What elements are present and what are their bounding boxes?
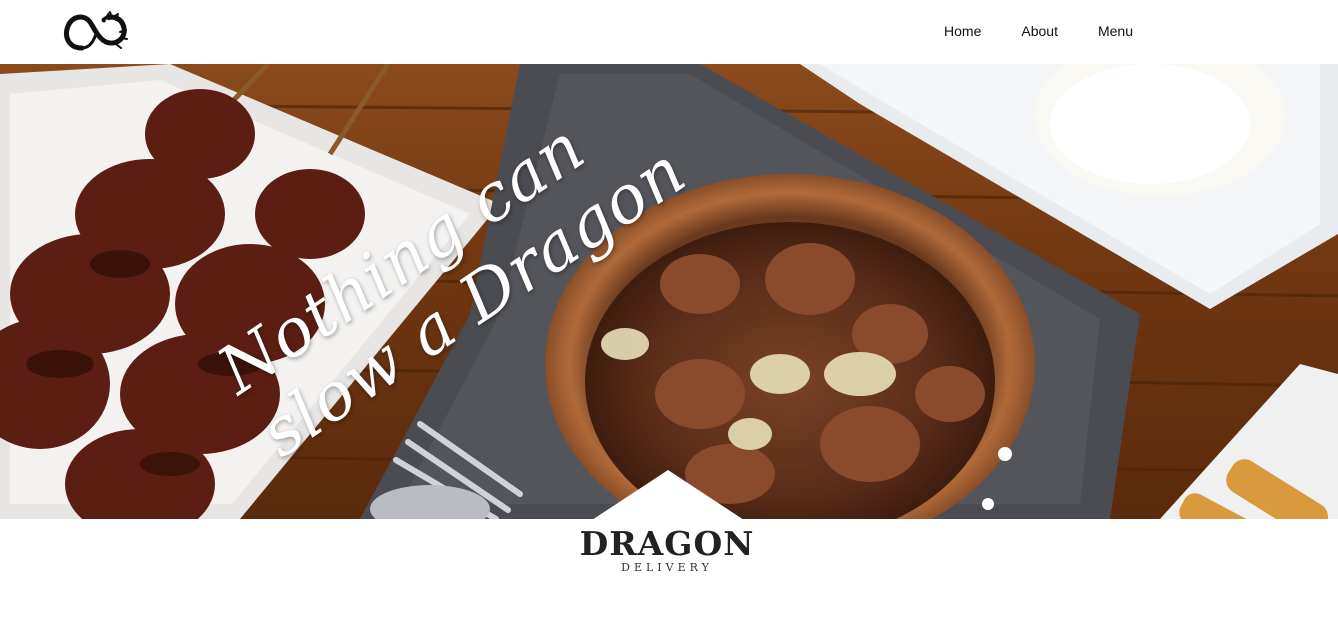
dragon-ouroboros-icon bbox=[64, 11, 128, 51]
main-nav: Home About Menu bbox=[944, 22, 1133, 40]
brand-logo: DRAGON DELIVERY bbox=[560, 526, 774, 574]
dragon-logo-icon[interactable] bbox=[60, 8, 132, 56]
nav-about-link[interactable]: About bbox=[1021, 22, 1058, 40]
nav-menu-link[interactable]: Menu bbox=[1098, 22, 1133, 40]
top-navbar: Home About Menu bbox=[0, 0, 1338, 64]
hero-banner: Nothing can slow a Dragon bbox=[0, 64, 1338, 519]
brand-subtitle: DELIVERY bbox=[621, 561, 713, 574]
nav-home-link[interactable]: Home bbox=[944, 22, 981, 40]
brand-notch bbox=[592, 470, 744, 520]
brand-name: DRAGON bbox=[579, 524, 755, 563]
